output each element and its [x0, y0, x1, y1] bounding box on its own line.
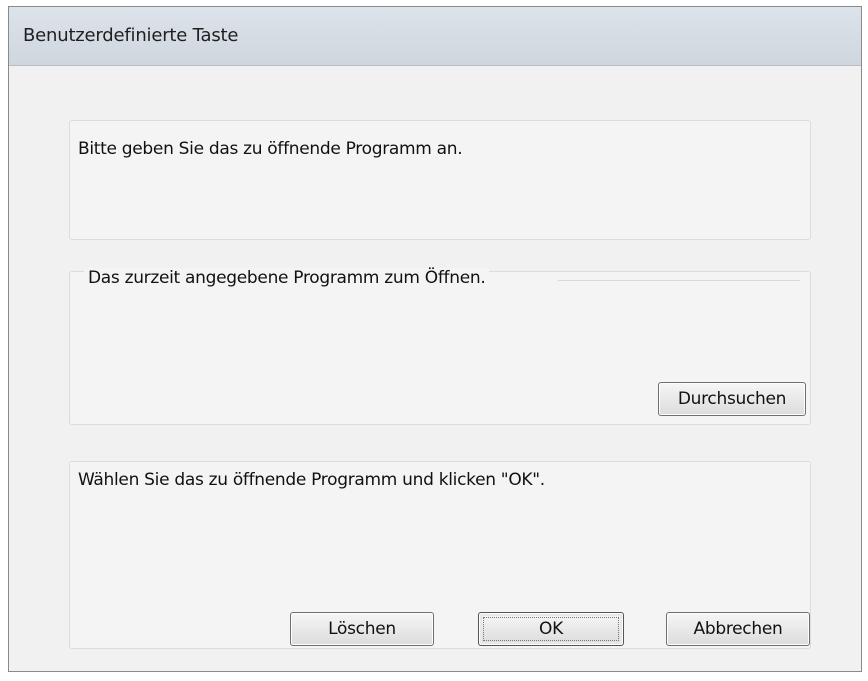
- select-hint-panel: Wählen Sie das zu öffnende Programm und …: [69, 461, 811, 649]
- browse-button-label: Durchsuchen: [677, 389, 787, 409]
- cancel-button[interactable]: Abbrechen: [666, 612, 810, 646]
- current-program-group-label: Das zurzeit angegebene Programm zum Öffn…: [84, 268, 490, 288]
- group-border-line: [558, 280, 800, 281]
- clear-button[interactable]: Löschen: [290, 612, 434, 646]
- dialog-content: Bitte geben Sie das zu öffnende Programm…: [9, 66, 861, 671]
- select-hint-text: Wählen Sie das zu öffnende Programm und …: [78, 470, 545, 490]
- ok-button-label: OK: [539, 619, 563, 639]
- browse-button[interactable]: Durchsuchen: [658, 382, 806, 416]
- cancel-button-label: Abbrechen: [693, 619, 783, 639]
- clear-button-label: Löschen: [328, 619, 396, 639]
- instruction-panel: Bitte geben Sie das zu öffnende Programm…: [69, 120, 811, 240]
- custom-key-dialog: Benutzerdefinierte Taste Bitte geben Sie…: [8, 6, 862, 672]
- instruction-text: Bitte geben Sie das zu öffnende Programm…: [78, 139, 463, 159]
- ok-button[interactable]: OK: [478, 612, 624, 646]
- window-title: Benutzerdefinierte Taste: [23, 25, 239, 46]
- title-bar[interactable]: Benutzerdefinierte Taste: [9, 7, 861, 66]
- current-program-group: Das zurzeit angegebene Programm zum Öffn…: [69, 268, 811, 425]
